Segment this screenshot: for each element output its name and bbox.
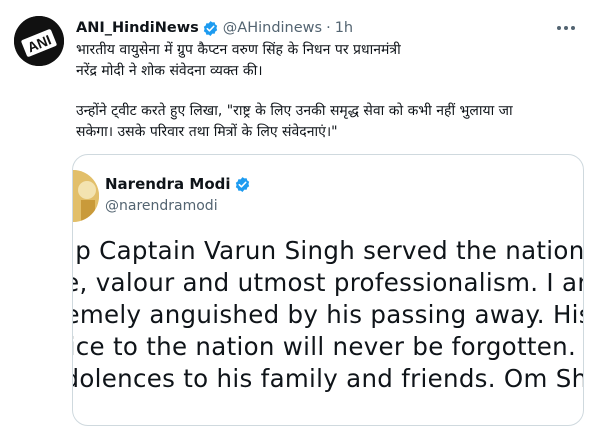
tweet-quote-intro: उन्होंने ट्वीट करते हुए लिखा, "राष्ट्र क…	[76, 101, 576, 143]
author-avatar[interactable]: ANI	[14, 16, 64, 66]
tweet-text-line: उन्होंने ट्वीट करते हुए लिखा, "राष्ट्र क…	[76, 103, 513, 119]
quoted-text-line: Group Captain Varun Singh served the nat…	[73, 236, 584, 265]
quoted-text-line: Condolences to his family and friends. O…	[73, 364, 583, 393]
tweet-text-line: नरेंद्र मोदी ने शोक संवेदना व्यक्त की।	[76, 63, 263, 79]
tweet-text-line: भारतीय वायुसेना में ग्रुप कैप्टन वरुण सि…	[76, 42, 401, 58]
author-name[interactable]: ANI_HindiNews	[76, 20, 199, 36]
quoted-tweet-card[interactable]: Narendra Modi @narendramodi Group Captai…	[72, 154, 584, 426]
quoted-text-line: service to the nation will never be forg…	[73, 332, 577, 361]
tweet-text-line: सकेगा। उसके परिवार तथा मित्रों के लिए सं…	[76, 124, 338, 140]
tweet-header: ANI_HindiNews @AHindinews · 1h	[76, 16, 583, 40]
separator-dot: ·	[326, 20, 331, 36]
verified-badge-icon	[202, 20, 219, 37]
ani-logo: ANI	[14, 16, 64, 66]
quoted-author-name-row: Narendra Modi	[105, 175, 251, 193]
tweet-text: भारतीय वायुसेना में ग्रुप कैप्टन वरुण सि…	[76, 40, 576, 82]
verified-badge-icon	[234, 176, 251, 193]
quoted-text-line: pride, valour and utmost professionalism…	[73, 268, 583, 297]
quoted-author-avatar[interactable]	[73, 170, 99, 222]
quoted-text-line: extremely anguished by his passing away.…	[72, 300, 583, 329]
quoted-tweet-text: Group Captain Varun Singh served the nat…	[72, 235, 584, 395]
tweet-time[interactable]: 1h	[335, 20, 353, 36]
quoted-author-handle[interactable]: @narendramodi	[105, 198, 218, 214]
quoted-author-name[interactable]: Narendra Modi	[105, 175, 231, 193]
more-dots-icon[interactable]	[557, 16, 575, 40]
author-handle[interactable]: @AHindinews	[223, 20, 322, 36]
